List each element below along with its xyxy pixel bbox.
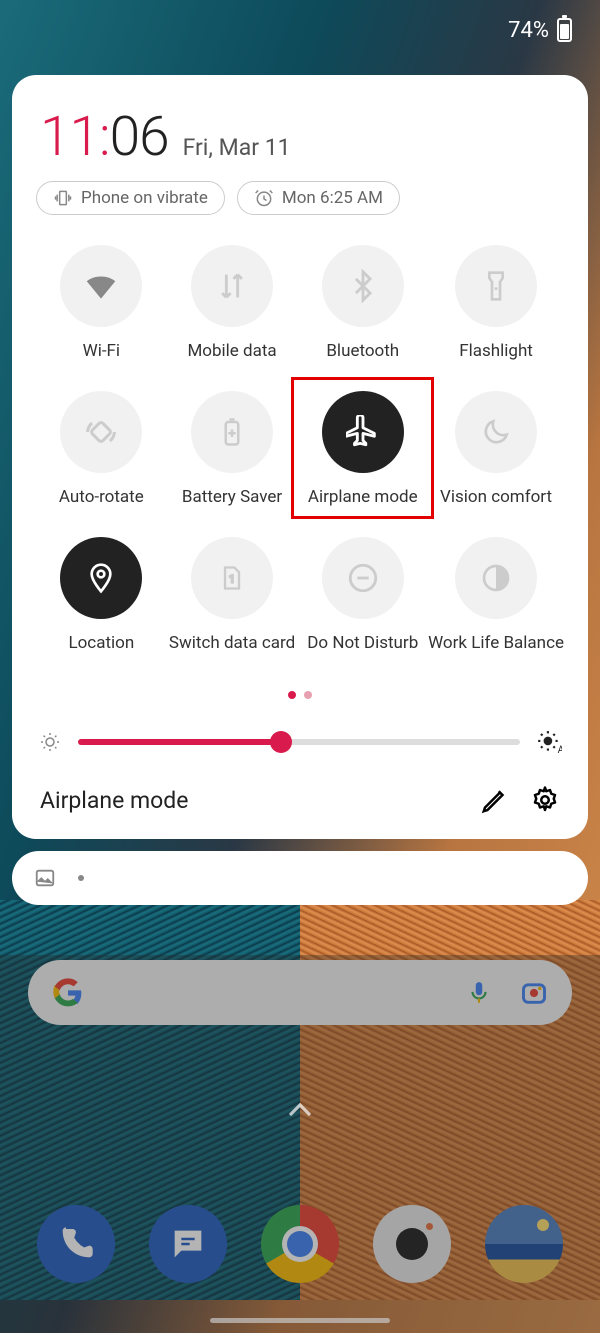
tile-label: Flashlight (459, 341, 533, 361)
flashlight-icon (480, 270, 512, 302)
nav-gesture-pill[interactable] (210, 1318, 390, 1323)
airplane-icon (346, 415, 380, 449)
auto-rotate-icon (83, 414, 119, 450)
dnd-icon (346, 561, 380, 595)
svg-text:1: 1 (229, 573, 235, 586)
quick-settings-panel: 11:06 Fri, Mar 11 Phone on vibrate Mon 6… (12, 75, 588, 839)
tile-label: Airplane mode (308, 487, 418, 507)
brightness-track[interactable] (78, 739, 520, 745)
tile-mobile-data[interactable]: Mobile data (167, 245, 298, 361)
date-label: Fri, Mar 11 (183, 134, 291, 161)
pager-dot[interactable] (288, 691, 296, 699)
tile-do-not-disturb[interactable]: Do Not Disturb (297, 537, 428, 653)
tile-vision-comfort[interactable]: Vision comfort (428, 391, 564, 507)
pager-dot[interactable] (304, 691, 312, 699)
alarm-icon (254, 188, 274, 208)
svg-text:A: A (558, 745, 562, 755)
tile-label: Auto-rotate (59, 487, 144, 507)
tile-label: Bluetooth (326, 341, 399, 361)
edit-icon[interactable] (480, 785, 510, 815)
brightness-fill (78, 739, 281, 745)
tile-airplane-mode[interactable]: Airplane mode (297, 391, 428, 507)
footer-label: Airplane mode (40, 787, 460, 814)
tile-auto-rotate[interactable]: Auto-rotate (36, 391, 167, 507)
tile-location[interactable]: Location (36, 537, 167, 653)
moon-icon (480, 416, 512, 448)
tile-battery-saver[interactable]: Battery Saver (167, 391, 298, 507)
vibrate-chip[interactable]: Phone on vibrate (36, 181, 225, 215)
sim-card-icon: 1 (218, 564, 246, 592)
picture-icon (34, 867, 56, 889)
tile-label: Location (68, 633, 134, 653)
clock-row: 11:06 Fri, Mar 11 (30, 105, 570, 169)
tile-label: Switch data card (169, 633, 295, 653)
clock-minute: 06 (110, 105, 169, 169)
tile-wifi[interactable]: Wi-Fi (36, 245, 167, 361)
bluetooth-icon (346, 269, 380, 303)
tile-label: Wi-Fi (83, 341, 120, 361)
status-bar: 74% (0, 0, 600, 60)
tile-work-life-balance[interactable]: Work Life Balance (428, 537, 564, 653)
tile-label: Do Not Disturb (307, 633, 418, 653)
vibrate-icon (53, 188, 73, 208)
tile-label: Work Life Balance (428, 633, 564, 653)
tiles-grid: Wi-Fi Mobile data Bluetooth Flashlight A… (30, 245, 570, 653)
tile-label: Battery Saver (182, 487, 282, 507)
clock: 11:06 (40, 105, 169, 169)
mobile-data-icon (215, 269, 249, 303)
tile-bluetooth[interactable]: Bluetooth (297, 245, 428, 361)
brightness-low-icon (38, 730, 62, 754)
work-life-icon (480, 562, 512, 594)
footer-row: Airplane mode (30, 785, 570, 815)
location-icon (85, 562, 117, 594)
chevron-up-icon[interactable] (285, 1100, 315, 1120)
dim-overlay (0, 955, 600, 1333)
alarm-chip[interactable]: Mon 6:25 AM (237, 181, 400, 215)
wifi-icon (82, 267, 120, 305)
battery-percent: 74% (508, 18, 549, 43)
battery-icon (557, 18, 572, 42)
settings-icon[interactable] (530, 785, 560, 815)
brightness-slider[interactable]: A (30, 729, 570, 755)
tile-label: Mobile data (187, 341, 276, 361)
clock-colon: : (99, 105, 110, 169)
battery-saver-icon (217, 417, 247, 447)
brightness-thumb[interactable] (270, 731, 292, 753)
alarm-chip-label: Mon 6:25 AM (282, 188, 383, 208)
notification-bar[interactable] (12, 851, 588, 905)
notification-dot (78, 875, 84, 881)
brightness-auto-icon: A (536, 729, 562, 755)
status-chips: Phone on vibrate Mon 6:25 AM (36, 181, 564, 215)
tile-flashlight[interactable]: Flashlight (428, 245, 564, 361)
clock-hour: 11 (40, 105, 99, 169)
tile-label: Vision comfort (440, 487, 552, 507)
tile-switch-data-card[interactable]: 1 Switch data card (167, 537, 298, 653)
pager (30, 691, 570, 699)
vibrate-chip-label: Phone on vibrate (81, 188, 208, 208)
